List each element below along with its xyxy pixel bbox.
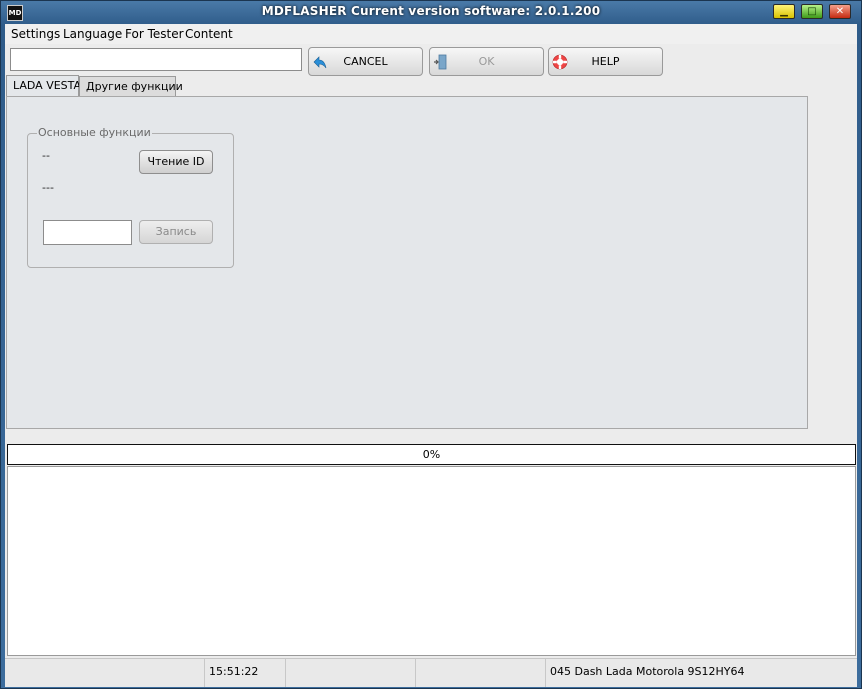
status-time: 15:51:22 bbox=[205, 659, 286, 687]
id-value-line2: --- bbox=[42, 181, 54, 194]
menu-language[interactable]: Language bbox=[63, 27, 122, 41]
menu-settings[interactable]: Settings bbox=[11, 27, 60, 41]
app-window: MD MDFLASHER Current version software: 2… bbox=[0, 0, 862, 689]
help-button[interactable]: HELP bbox=[548, 47, 663, 76]
maximize-button[interactable]: □ bbox=[801, 4, 823, 19]
write-button[interactable]: Запись bbox=[139, 220, 213, 244]
close-icon: ✕ bbox=[835, 6, 845, 17]
status-cell-3 bbox=[286, 659, 416, 687]
cancel-button[interactable]: CANCEL bbox=[308, 47, 423, 76]
help-label: HELP bbox=[591, 55, 620, 68]
door-exit-icon bbox=[434, 54, 447, 70]
tab-panel: Основные функции -- --- Чтение ID Запись bbox=[6, 96, 808, 429]
ok-label: OK bbox=[478, 55, 495, 68]
menu-bar: Settings Language For Tester Content bbox=[5, 24, 857, 44]
toolbar-input[interactable] bbox=[10, 48, 302, 71]
status-device: 045 Dash Lada Motorola 9S12HY64 bbox=[550, 665, 745, 678]
log-area[interactable] bbox=[7, 466, 856, 656]
lifebuoy-icon bbox=[552, 54, 568, 70]
minimize-button[interactable]: ▁ bbox=[773, 4, 795, 19]
read-id-button[interactable]: Чтение ID bbox=[139, 150, 213, 174]
title-bar[interactable]: MD MDFLASHER Current version software: 2… bbox=[1, 1, 861, 24]
minimize-icon: ▁ bbox=[780, 6, 788, 17]
client-area: Settings Language For Tester Content CAN… bbox=[5, 24, 857, 687]
write-value-input[interactable] bbox=[43, 220, 132, 245]
menu-content[interactable]: Content bbox=[185, 27, 233, 41]
progress-bar: 0% bbox=[7, 444, 856, 465]
progress-text: 0% bbox=[422, 448, 441, 461]
maximize-icon: □ bbox=[807, 6, 817, 17]
main-functions-group: Основные функции -- --- Чтение ID Запись bbox=[27, 126, 234, 268]
status-cell-4 bbox=[416, 659, 546, 687]
back-arrow-icon bbox=[313, 56, 327, 69]
ok-button[interactable]: OK bbox=[429, 47, 544, 76]
status-bar: 15:51:22 045 Dash Lada Motorola 9S12HY64 bbox=[5, 658, 857, 687]
group-title: Основные функции bbox=[37, 126, 152, 139]
tab-other-functions[interactable]: Другие функции bbox=[79, 76, 183, 96]
tab-lada-vesta[interactable]: LADA VESTA bbox=[6, 75, 81, 97]
window-title: MDFLASHER Current version software: 2.0.… bbox=[261, 4, 601, 18]
cancel-label: CANCEL bbox=[343, 55, 388, 68]
id-value-line1: -- bbox=[42, 149, 50, 162]
status-cell-1 bbox=[5, 659, 205, 687]
menu-for-tester[interactable]: For Tester bbox=[125, 27, 184, 41]
close-button[interactable]: ✕ bbox=[829, 4, 851, 19]
